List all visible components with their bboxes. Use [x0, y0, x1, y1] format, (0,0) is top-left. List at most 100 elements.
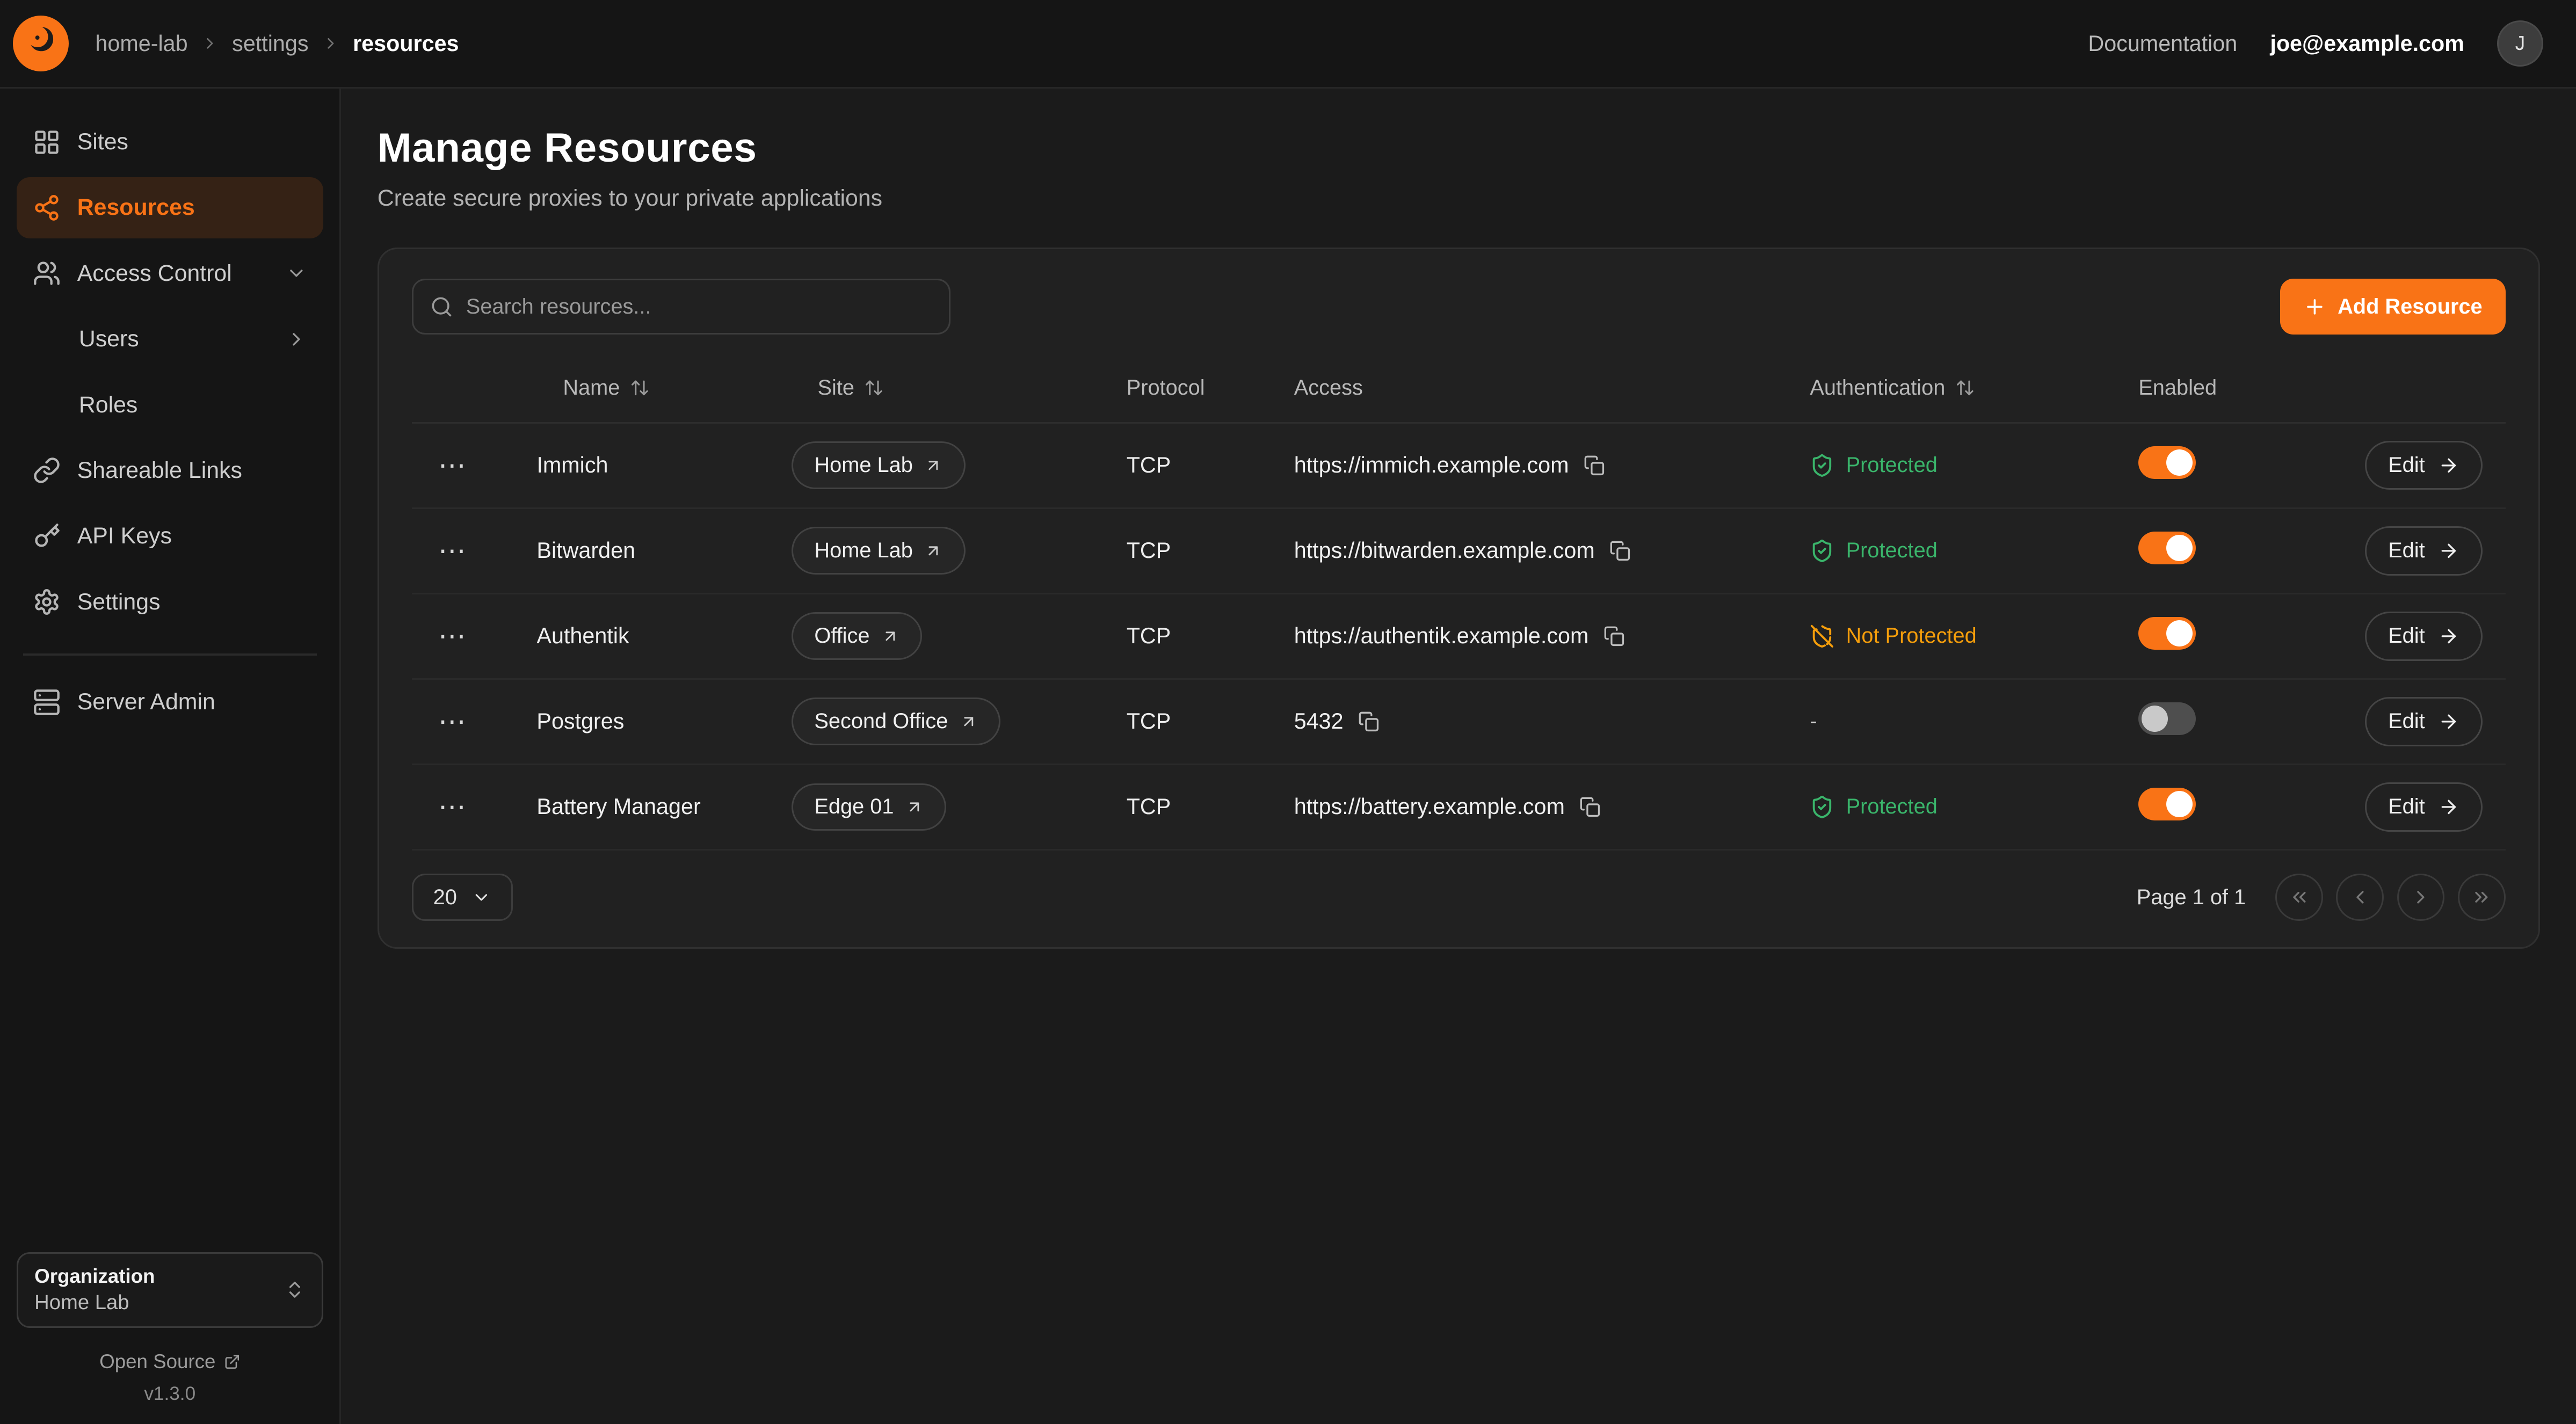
- auth-status: -: [1810, 709, 2138, 733]
- sort-icon[interactable]: [630, 378, 650, 398]
- row-menu-icon[interactable]: ⋯: [412, 706, 537, 738]
- column-header-access: Access: [1294, 376, 1810, 400]
- breadcrumb-resources: resources: [353, 31, 459, 56]
- resource-access-url: https://immich.example.com: [1294, 453, 1569, 478]
- previous-page-button[interactable]: [2336, 874, 2384, 921]
- arrow-up-right-icon: [924, 542, 942, 560]
- sidebar: Sites Resources Access Control Users Rol…: [0, 89, 341, 1424]
- resource-access-url: 5432: [1294, 709, 1344, 734]
- arrow-right-icon: [2438, 626, 2459, 647]
- table-row: ⋯ Battery Manager Edge 01 TCP https://ba…: [412, 765, 2506, 851]
- search-input[interactable]: [412, 279, 950, 335]
- resource-name: Authentik: [536, 623, 791, 649]
- edit-button[interactable]: Edit: [2365, 612, 2482, 661]
- top-bar: home-lab settings resources Documentatio…: [0, 0, 2576, 89]
- breadcrumb-home-lab[interactable]: home-lab: [95, 31, 187, 56]
- site-link-button[interactable]: Office: [792, 612, 923, 660]
- sidebar-item-label: API Keys: [77, 523, 172, 549]
- column-header-site: Site: [792, 376, 1127, 400]
- chevrons-left-icon: [2289, 887, 2310, 908]
- grid-icon: [33, 128, 61, 156]
- arrow-up-right-icon: [905, 798, 924, 816]
- page-subtitle: Create secure proxies to your private ap…: [378, 185, 2540, 212]
- sidebar-divider: [23, 653, 317, 655]
- sidebar-item-access-control[interactable]: Access Control: [17, 243, 323, 304]
- resource-protocol: TCP: [1127, 709, 1294, 734]
- auth-status-label: Protected: [1846, 795, 1938, 819]
- enabled-toggle[interactable]: [2138, 617, 2196, 650]
- enabled-toggle[interactable]: [2138, 446, 2196, 479]
- sidebar-item-sites[interactable]: Sites: [17, 112, 323, 172]
- app-logo[interactable]: [13, 16, 69, 71]
- sidebar-item-resources[interactable]: Resources: [17, 177, 323, 238]
- breadcrumb: home-lab settings resources: [95, 31, 459, 56]
- chevron-right-icon: [201, 34, 219, 53]
- sidebar-item-roles[interactable]: Roles: [17, 374, 323, 435]
- edit-button[interactable]: Edit: [2365, 782, 2482, 832]
- row-menu-icon[interactable]: ⋯: [412, 620, 537, 652]
- auth-status: Not Protected: [1810, 624, 2138, 649]
- page-size-select[interactable]: 20: [412, 874, 513, 921]
- chevron-down-icon: [286, 263, 307, 284]
- sidebar-item-api-keys[interactable]: API Keys: [17, 506, 323, 566]
- last-page-button[interactable]: [2458, 874, 2506, 921]
- arrow-up-right-icon: [960, 713, 978, 731]
- row-menu-icon[interactable]: ⋯: [412, 535, 537, 567]
- edit-button[interactable]: Edit: [2365, 441, 2482, 490]
- column-header-protocol: Protocol: [1127, 376, 1294, 400]
- sidebar-item-users[interactable]: Users: [17, 309, 323, 369]
- copy-icon[interactable]: [1584, 455, 1605, 476]
- auth-status: Protected: [1810, 453, 2138, 478]
- row-menu-icon[interactable]: ⋯: [412, 791, 537, 823]
- breadcrumb-settings[interactable]: settings: [232, 31, 308, 56]
- enabled-toggle[interactable]: [2138, 788, 2196, 820]
- arrow-right-icon: [2438, 540, 2459, 562]
- documentation-link[interactable]: Documentation: [2088, 31, 2237, 56]
- waypoints-icon: [33, 194, 61, 222]
- auth-status: Protected: [1810, 539, 2138, 563]
- resource-access-url: https://bitwarden.example.com: [1294, 538, 1595, 563]
- sidebar-item-label: Users: [79, 326, 139, 352]
- table-row: ⋯ Authentik Office TCP https://authentik…: [412, 594, 2506, 680]
- sort-icon[interactable]: [1955, 378, 1975, 398]
- sidebar-item-label: Access Control: [77, 260, 232, 287]
- next-page-button[interactable]: [2397, 874, 2445, 921]
- site-link-button[interactable]: Home Lab: [792, 441, 966, 489]
- copy-icon[interactable]: [1603, 626, 1625, 647]
- organization-picker[interactable]: Organization Home Lab: [17, 1252, 323, 1328]
- sort-icon[interactable]: [864, 378, 884, 398]
- add-resource-button[interactable]: Add Resource: [2280, 279, 2505, 335]
- resource-name: Immich: [536, 453, 791, 478]
- enabled-toggle[interactable]: [2138, 702, 2196, 735]
- user-email[interactable]: joe@example.com: [2270, 31, 2464, 56]
- sidebar-item-shareable-links[interactable]: Shareable Links: [17, 440, 323, 501]
- app-version: v1.3.0: [17, 1383, 323, 1405]
- copy-icon[interactable]: [1358, 711, 1380, 732]
- enabled-toggle[interactable]: [2138, 532, 2196, 564]
- shield-check-icon: [1810, 539, 1834, 563]
- resource-name: Battery Manager: [536, 794, 791, 819]
- copy-icon[interactable]: [1609, 540, 1631, 562]
- site-link-button[interactable]: Second Office: [792, 698, 1001, 745]
- shield-check-icon: [1810, 453, 1834, 478]
- sidebar-item-settings[interactable]: Settings: [17, 572, 323, 633]
- edit-button[interactable]: Edit: [2365, 526, 2482, 576]
- pangolin-logo-icon: [23, 23, 59, 64]
- sidebar-item-server-admin[interactable]: Server Admin: [17, 672, 323, 732]
- copy-icon[interactable]: [1579, 796, 1601, 818]
- resource-protocol: TCP: [1127, 794, 1294, 819]
- sidebar-item-label: Sites: [77, 129, 128, 155]
- user-avatar[interactable]: J: [2497, 20, 2543, 67]
- resource-protocol: TCP: [1127, 623, 1294, 649]
- open-source-link[interactable]: Open Source: [17, 1350, 323, 1373]
- sidebar-item-label: Shareable Links: [77, 457, 242, 484]
- edit-button[interactable]: Edit: [2365, 697, 2482, 746]
- site-link-button[interactable]: Home Lab: [792, 527, 966, 575]
- site-link-button[interactable]: Edge 01: [792, 783, 947, 831]
- resource-name: Postgres: [536, 709, 791, 734]
- arrow-right-icon: [2438, 711, 2459, 732]
- sidebar-item-label: Roles: [79, 392, 138, 418]
- first-page-button[interactable]: [2275, 874, 2323, 921]
- row-menu-icon[interactable]: ⋯: [412, 449, 537, 482]
- server-icon: [33, 688, 61, 716]
